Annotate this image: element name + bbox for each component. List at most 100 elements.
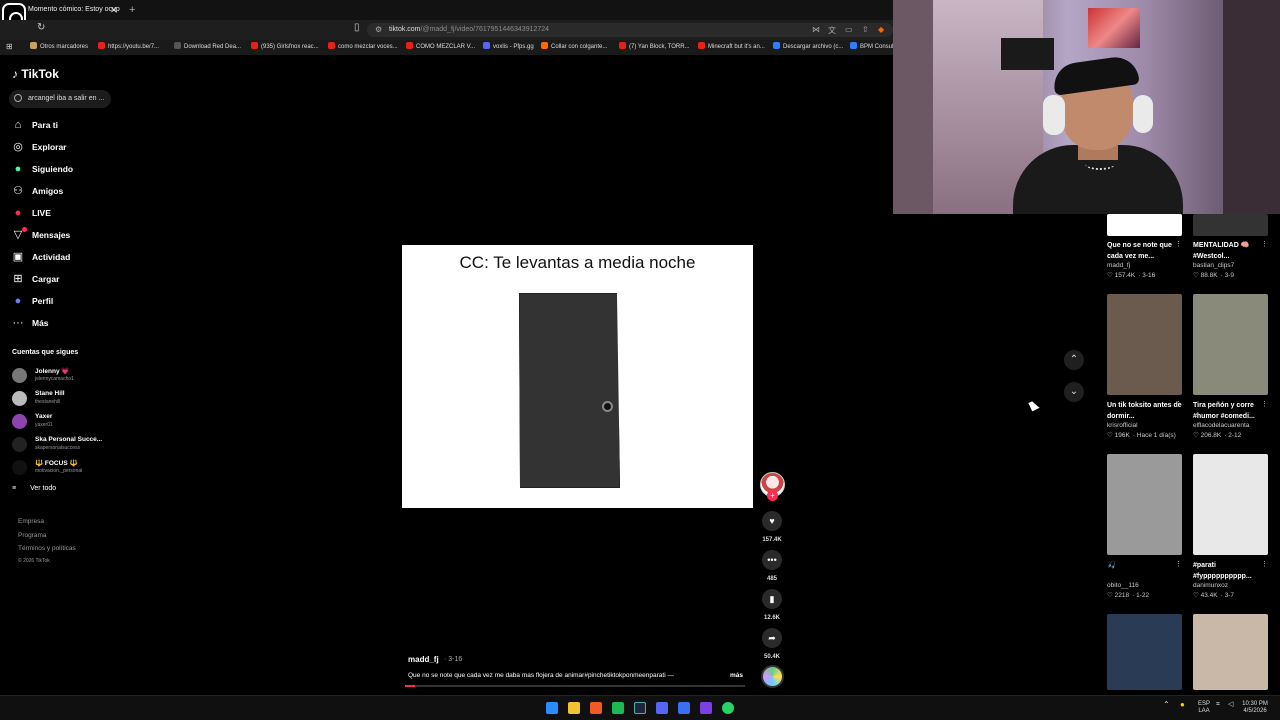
new-tab-icon[interactable]: + [129, 2, 135, 18]
windows-start-icon[interactable] [546, 702, 558, 714]
bookmark-item[interactable]: (7) Yan Block, TORR... [619, 42, 690, 52]
whatsapp-icon[interactable] [722, 702, 734, 714]
video-thumbnail[interactable] [1193, 294, 1268, 395]
footer-terms[interactable]: Términos y políticas [18, 545, 76, 552]
more-options-icon[interactable]: ⋮ [1175, 240, 1182, 248]
translate-icon[interactable]: 文 [828, 25, 836, 36]
save-icon[interactable]: ▮ [762, 589, 782, 609]
more-options-icon[interactable]: ⋮ [1175, 400, 1182, 408]
followed-account[interactable]: Stane Hill thestanehill [10, 389, 120, 409]
footer-empresa[interactable]: Empresa [18, 518, 44, 525]
search-value[interactable]: arcangel iba a salir en ... [28, 93, 108, 105]
previous-video-button[interactable]: ⌃ [1064, 350, 1084, 370]
sidebar-item-siguiendo[interactable]: ● Siguiendo [10, 161, 110, 179]
bookmark-item[interactable]: Descargar archivo (c... [773, 42, 843, 52]
video-progress-bar[interactable] [405, 685, 745, 687]
video-thumbnail[interactable] [1193, 214, 1268, 236]
see-all-link[interactable]: ≡ Ver todo [12, 485, 56, 492]
sidebar-item-mensajes[interactable]: ▽ Mensajes [10, 227, 110, 245]
more-options-icon[interactable]: ⋮ [1261, 560, 1268, 568]
video-thumbnail[interactable] [1107, 214, 1182, 236]
tray-app-icon[interactable]: ● [1180, 701, 1185, 709]
reload-icon[interactable]: ↻ [37, 22, 45, 33]
caption-more-link[interactable]: más [730, 672, 743, 679]
bookmark-item[interactable]: https://youtu.be/7... [98, 42, 159, 52]
steam-icon[interactable] [634, 702, 646, 714]
bookmark-item[interactable]: Minecraft but it's an... [698, 42, 765, 52]
more-options-icon[interactable]: ⋮ [1175, 560, 1182, 568]
video-user[interactable]: obito__116 [1107, 582, 1187, 589]
file-explorer-icon[interactable] [568, 702, 580, 714]
account-handle: motivacion._personal [35, 468, 83, 474]
sidebar-item-perfil[interactable]: ● Perfil [10, 293, 110, 311]
video-user[interactable]: danimunxoz [1193, 582, 1273, 589]
tab-close-icon[interactable]: ✕ [110, 2, 118, 18]
bookmark-page-icon[interactable]: ▯ [354, 22, 360, 33]
network-icon[interactable]: ⌗ [1216, 701, 1220, 708]
sidebar-item-label: Actividad [32, 252, 71, 262]
account-handle: skapersonalsuccess [35, 445, 81, 451]
site-info-icon[interactable]: ⚙ [375, 25, 382, 34]
clock[interactable]: 10:30 PM 4/5/2026 [1240, 701, 1270, 715]
like-icon[interactable]: ♥ [762, 511, 782, 531]
sidebar-item-actividad[interactable]: ▣ Actividad [10, 249, 110, 267]
bookmark-item[interactable]: como mezclar voces... [328, 42, 398, 52]
followed-account[interactable]: Jolenny 💗 jelennycamacho1 [10, 366, 120, 386]
url-text[interactable]: tiktok.com/@madd_fj/video/76179514463439… [389, 24, 549, 36]
bookmark-item[interactable]: Otros marcadores [30, 42, 88, 52]
bookmark-item[interactable]: COMO MEZCLAR V... [406, 42, 475, 52]
video-likes: ♡ 157.4K [1107, 272, 1136, 279]
tray-chevron-icon[interactable]: ⌃ [1163, 701, 1170, 709]
sidebar-item-live[interactable]: ● LIVE [10, 205, 110, 223]
video-user[interactable]: krisrofficial [1107, 422, 1187, 429]
video-thumbnail[interactable] [1193, 454, 1268, 555]
follow-plus-icon[interactable]: + [767, 490, 778, 501]
video-user[interactable]: bastian_clips7 [1193, 262, 1273, 269]
tiktok-logo[interactable]: ♪ TikTok [12, 67, 59, 81]
bookmark-item[interactable]: voxlis - Pfps.gg [483, 42, 534, 52]
video-user[interactable]: elflacodelacuarenta [1193, 422, 1273, 429]
more-options-icon[interactable]: ⋮ [1261, 400, 1268, 408]
bookmark-item[interactable]: Collar con colgante... [541, 42, 607, 52]
language-indicator[interactable]: ESP LAA [1196, 701, 1212, 715]
more-options-icon[interactable]: ⋮ [1261, 240, 1268, 248]
next-video-button[interactable]: ⌄ [1064, 382, 1084, 402]
app-icon[interactable] [612, 702, 624, 714]
share-icon[interactable]: ⇧ [862, 25, 869, 34]
bookmark-item[interactable]: Download Red Dea... [174, 42, 241, 52]
video-thumbnail[interactable] [1107, 454, 1182, 555]
video-thumbnail[interactable] [1107, 294, 1182, 395]
apps-grid-icon[interactable]: ⊞ [6, 42, 13, 51]
video-thumbnail[interactable] [1107, 614, 1182, 690]
tab-title[interactable]: Momento cómico: Estoy ocup [28, 2, 123, 18]
music-disc-icon[interactable] [761, 665, 784, 688]
sidebar-item-cargar[interactable]: ⊞ Cargar [10, 271, 110, 289]
bookmark-favicon-icon [251, 42, 258, 49]
sidebar-item-explorar[interactable]: ◎ Explorar [10, 139, 110, 157]
video-date: · 3-9 [1220, 272, 1234, 279]
search-icon [14, 94, 22, 102]
app-icon[interactable] [700, 702, 712, 714]
bookmark-item[interactable]: BPM Consult [850, 42, 895, 52]
cast-icon[interactable]: ▭ [845, 25, 853, 34]
video-thumbnail[interactable] [1193, 614, 1268, 690]
comment-icon[interactable]: ••• [762, 550, 782, 570]
followed-account[interactable]: Ska Personal Succe... skapersonalsuccess [10, 435, 120, 455]
share-icon[interactable]: ➦ [762, 628, 782, 648]
footer-programa[interactable]: Programa [18, 532, 47, 539]
app-icon[interactable] [678, 702, 690, 714]
bookmark-item[interactable]: (935) Girlsfnox reac... [251, 42, 319, 52]
followed-account[interactable]: 🔱 FOCUS 🔱 motivacion._personal [10, 458, 120, 478]
sidebar-item-más[interactable]: ··· Más [10, 315, 110, 333]
sidebar-item-para-ti[interactable]: ⌂ Para ti [10, 117, 110, 135]
followed-account[interactable]: Yaxer yaxer01 [10, 412, 120, 432]
brave-browser-icon[interactable] [590, 702, 602, 714]
sidebar-item-amigos[interactable]: ⚇ Amigos [10, 183, 110, 201]
video-user[interactable]: madd_fj [1107, 262, 1187, 269]
volume-icon[interactable]: ◁ [1228, 701, 1233, 708]
video-author[interactable]: madd_fj [408, 655, 439, 664]
bookmark-label: BPM Consult [860, 44, 896, 50]
extension-icon[interactable]: ⋈ [812, 25, 820, 34]
brave-shield-icon[interactable]: ◆ [878, 25, 884, 34]
discord-icon[interactable] [656, 702, 668, 714]
